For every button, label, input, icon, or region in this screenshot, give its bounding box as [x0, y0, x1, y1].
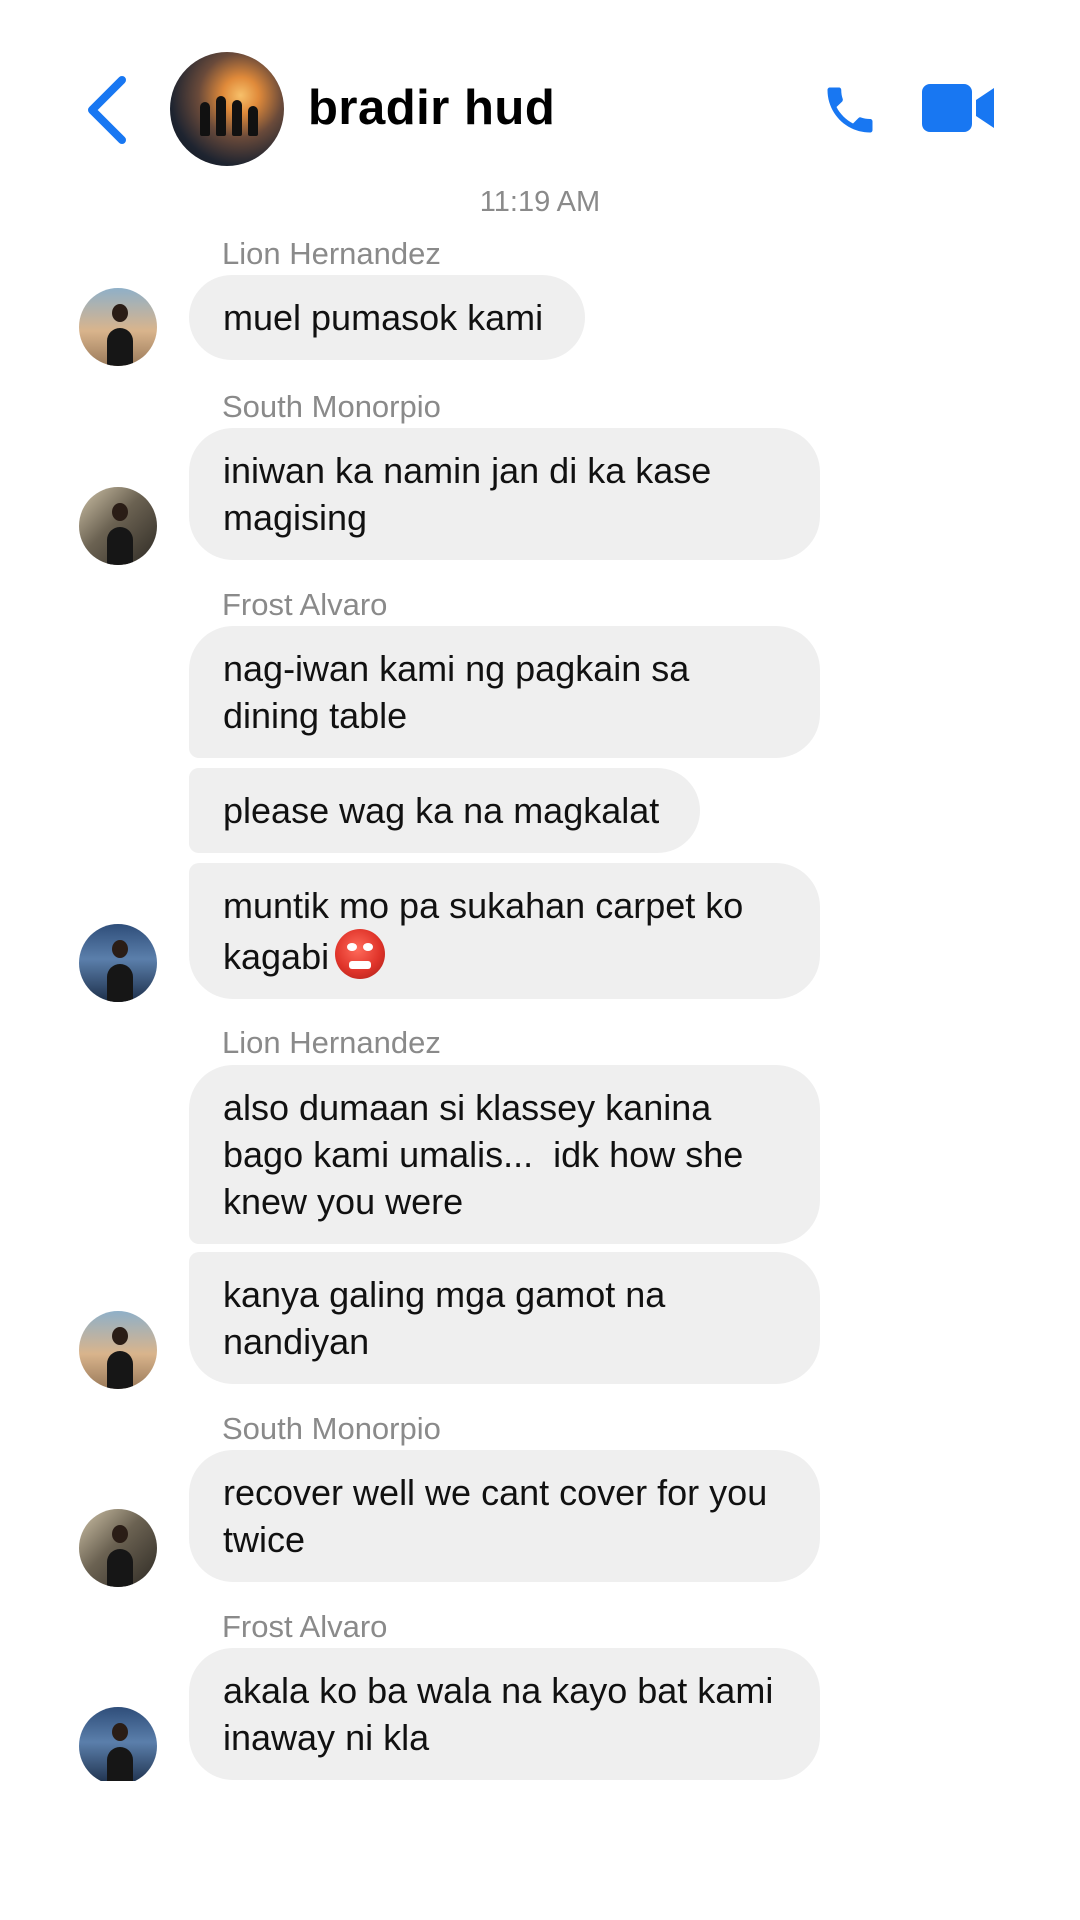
message-bubble[interactable]: nag-iwan kami ng pagkain sa dining table [189, 626, 820, 758]
message-bubble[interactable]: akala ko ba wala na kayo bat kami inaway… [189, 1648, 820, 1780]
sender-name: South Monorpio [222, 389, 441, 424]
avatar[interactable] [79, 288, 157, 366]
message-bubble[interactable]: please wag ka na magkalat [189, 768, 700, 853]
message-bubble[interactable]: also dumaan si klassey kanina bago kami … [189, 1065, 820, 1244]
sender-name: Frost Alvaro [222, 1609, 388, 1644]
message-text: muntik mo pa sukahan carpet ko kagabi [223, 885, 744, 977]
avatar[interactable] [79, 1707, 157, 1781]
angry-devil-emoji [335, 929, 386, 979]
message-bubble[interactable]: muntik mo pa sukahan carpet ko kagabi [189, 863, 820, 999]
avatar[interactable] [79, 924, 157, 1002]
sender-name: South Monorpio [222, 1411, 441, 1446]
avatar[interactable] [79, 1509, 157, 1587]
message-bubble[interactable]: iniwan ka namin jan di ka kase magising [189, 428, 820, 560]
message-bubble[interactable]: kanya galing mga gamot na nandiyan [189, 1252, 820, 1384]
message-bubble[interactable]: recover well we cant cover for you twice [189, 1450, 820, 1582]
sender-name: Frost Alvaro [222, 587, 388, 622]
message-bubble[interactable]: muel pumasok kami [189, 275, 585, 360]
sender-name: Lion Hernandez [222, 1025, 441, 1060]
sender-name: Lion Hernandez [222, 236, 441, 271]
avatar[interactable] [79, 1311, 157, 1389]
avatar[interactable] [79, 487, 157, 565]
message-list[interactable]: Lion Hernandez muel pumasok kami South M… [0, 0, 1080, 1781]
